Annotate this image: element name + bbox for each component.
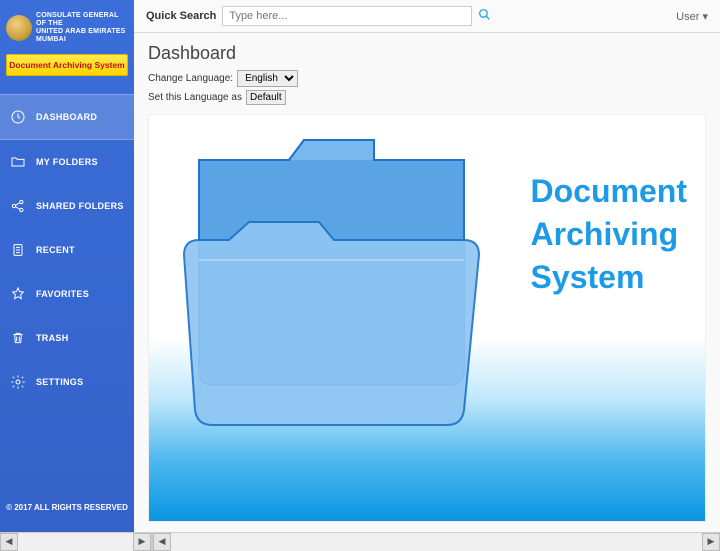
- scroll-right-arrow[interactable]: ▶: [702, 533, 720, 551]
- set-language-label: Set this Language as: [148, 92, 242, 103]
- brand-line1: CONSULATE GENERAL OF THE: [36, 12, 118, 27]
- user-label: User: [676, 11, 699, 23]
- horizontal-scrollbar[interactable]: ◀ ▶ ◀ ▶: [0, 532, 720, 550]
- default-button[interactable]: Default: [246, 90, 286, 105]
- scroll-left-arrow[interactable]: ◀: [0, 533, 18, 551]
- hero-line3: System: [531, 259, 645, 295]
- sidebar-item-label: SHARED FOLDERS: [36, 201, 124, 211]
- sidebar-item-label: MY FOLDERS: [36, 157, 98, 167]
- hero-line1: Document: [531, 173, 687, 209]
- scroll-right-arrow-left[interactable]: ▶: [133, 533, 151, 551]
- folder-illustration: [159, 120, 499, 450]
- scroll-track-left[interactable]: [18, 533, 133, 551]
- quick-search-input[interactable]: [222, 6, 472, 26]
- content: Dashboard Change Language: English Set t…: [134, 33, 720, 532]
- hero: Document Archiving System: [148, 114, 706, 522]
- copyright: © 2017 ALL RIGHTS RESERVED: [0, 491, 134, 524]
- brand-logo: [6, 15, 32, 41]
- main: Quick Search User ▾ Dashboard Change Lan…: [134, 0, 720, 532]
- change-language-label: Change Language:: [148, 73, 233, 84]
- sidebar-item-label: RECENT: [36, 245, 75, 255]
- chevron-down-icon: ▾: [702, 11, 708, 23]
- scroll-left-arrow-right[interactable]: ◀: [153, 533, 171, 551]
- search-icon[interactable]: [478, 8, 491, 24]
- sidebar-item-favorites[interactable]: FAVORITES: [0, 272, 134, 316]
- document-archiving-system-button[interactable]: Document Archiving System: [6, 54, 128, 76]
- clipboard-icon: [10, 242, 26, 258]
- sidebar-item-label: SETTINGS: [36, 377, 83, 387]
- sidebar-item-label: FAVORITES: [36, 289, 89, 299]
- change-language-row: Change Language: English: [148, 70, 706, 87]
- page-title: Dashboard: [148, 43, 706, 64]
- scroll-track-right[interactable]: [171, 533, 702, 551]
- sidebar-item-label: DASHBOARD: [36, 112, 97, 122]
- share-icon: [10, 198, 26, 214]
- sidebar-item-label: TRASH: [36, 333, 69, 343]
- user-menu[interactable]: User ▾: [676, 10, 708, 23]
- brand-text: CONSULATE GENERAL OF THE UNITED ARAB EMI…: [36, 12, 128, 44]
- hero-line2: Archiving: [531, 216, 679, 252]
- star-icon: [10, 286, 26, 302]
- sidebar-item-settings[interactable]: SETTINGS: [0, 360, 134, 404]
- trash-icon: [10, 330, 26, 346]
- sidebar-item-trash[interactable]: TRASH: [0, 316, 134, 360]
- sidebar-item-my-folders[interactable]: MY FOLDERS: [0, 140, 134, 184]
- set-language-row: Set this Language as Default: [148, 90, 706, 105]
- nav: DASHBOARD MY FOLDERS SHARED FOLDERS RECE…: [0, 94, 134, 404]
- gear-icon: [10, 374, 26, 390]
- clock-icon: [10, 109, 26, 125]
- sidebar: CONSULATE GENERAL OF THE UNITED ARAB EMI…: [0, 0, 134, 532]
- sidebar-item-dashboard[interactable]: DASHBOARD: [0, 94, 134, 140]
- topbar: Quick Search User ▾: [134, 0, 720, 33]
- brand-line3: MUMBAI: [36, 36, 66, 43]
- brand-block: CONSULATE GENERAL OF THE UNITED ARAB EMI…: [0, 8, 134, 54]
- sidebar-item-recent[interactable]: RECENT: [0, 228, 134, 272]
- brand-line2: UNITED ARAB EMIRATES: [36, 28, 126, 35]
- folder-icon: [10, 154, 26, 170]
- hero-text: Document Archiving System: [531, 170, 687, 300]
- sidebar-item-shared-folders[interactable]: SHARED FOLDERS: [0, 184, 134, 228]
- quick-search-label: Quick Search: [146, 10, 216, 22]
- language-select[interactable]: English: [237, 70, 298, 87]
